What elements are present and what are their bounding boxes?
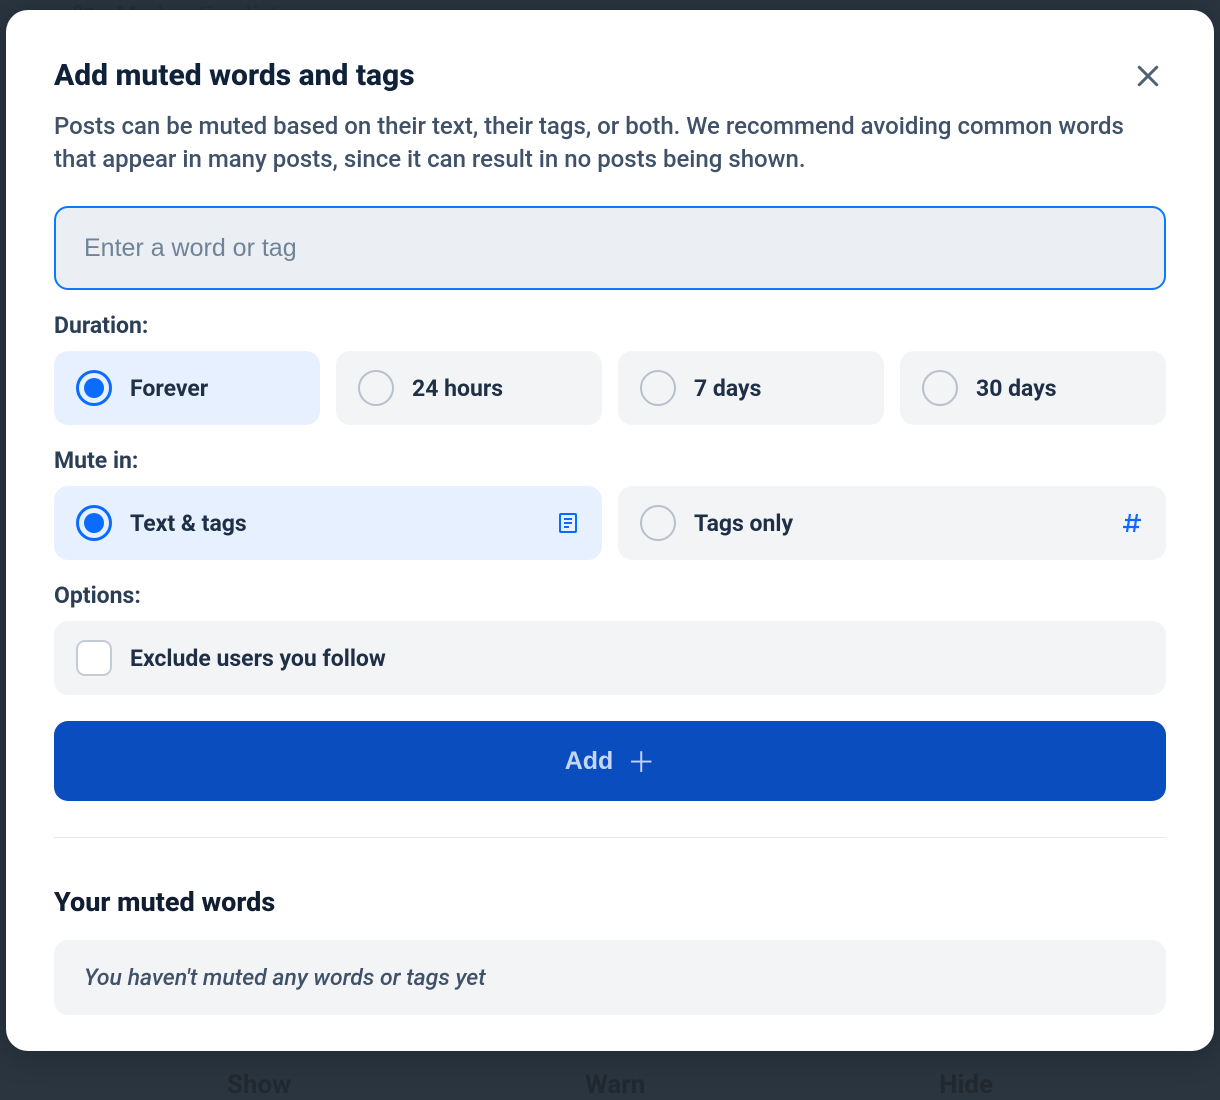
duration-forever[interactable]: Forever: [54, 351, 320, 425]
radio-label: Text & tags: [130, 510, 538, 537]
radio-icon: [358, 370, 394, 406]
radio-label: 30 days: [976, 375, 1144, 402]
duration-24-hours[interactable]: 24 hours: [336, 351, 602, 425]
add-button-label: Add: [565, 747, 614, 776]
text-icon: [556, 511, 580, 535]
word-input[interactable]: [54, 206, 1166, 290]
radio-icon: [922, 370, 958, 406]
mute-in-group: Text & tags Tags only: [54, 486, 1166, 560]
add-muted-words-modal: Add muted words and tags Posts can be mu…: [6, 10, 1214, 1051]
mute-in-tags-only[interactable]: Tags only: [618, 486, 1166, 560]
options-label: Options:: [54, 582, 1166, 609]
modal-title: Add muted words and tags: [54, 58, 1130, 93]
backdrop-show-label: Show: [227, 1070, 291, 1100]
radio-icon: [640, 370, 676, 406]
option-label: Exclude users you follow: [130, 645, 1144, 672]
duration-30-days[interactable]: 30 days: [900, 351, 1166, 425]
close-button[interactable]: [1130, 58, 1166, 94]
duration-group: Forever 24 hours 7 days 30 days: [54, 351, 1166, 425]
checkbox-icon: [76, 640, 112, 676]
add-button[interactable]: Add ＋: [54, 721, 1166, 801]
close-icon: [1133, 61, 1163, 91]
radio-label: Tags only: [694, 510, 1102, 537]
radio-icon: [76, 370, 112, 406]
radio-label: 24 hours: [412, 375, 580, 402]
hash-icon: [1120, 511, 1144, 535]
backdrop-warn-label: Warn: [585, 1070, 645, 1100]
backdrop-hide-label: Hide: [939, 1070, 993, 1100]
duration-label: Duration:: [54, 312, 1166, 339]
mute-in-label: Mute in:: [54, 447, 1166, 474]
radio-label: Forever: [130, 375, 298, 402]
divider: [54, 837, 1166, 838]
option-exclude-follows[interactable]: Exclude users you follow: [54, 621, 1166, 695]
radio-icon: [640, 505, 676, 541]
duration-7-days[interactable]: 7 days: [618, 351, 884, 425]
plus-icon: ＋: [627, 741, 655, 781]
muted-words-title: Your muted words: [54, 886, 1166, 918]
muted-words-empty-state: You haven't muted any words or tags yet: [54, 940, 1166, 1015]
radio-label: 7 days: [694, 375, 862, 402]
radio-icon: [76, 505, 112, 541]
modal-description: Posts can be muted based on their text, …: [54, 110, 1166, 176]
mute-in-text-and-tags[interactable]: Text & tags: [54, 486, 602, 560]
